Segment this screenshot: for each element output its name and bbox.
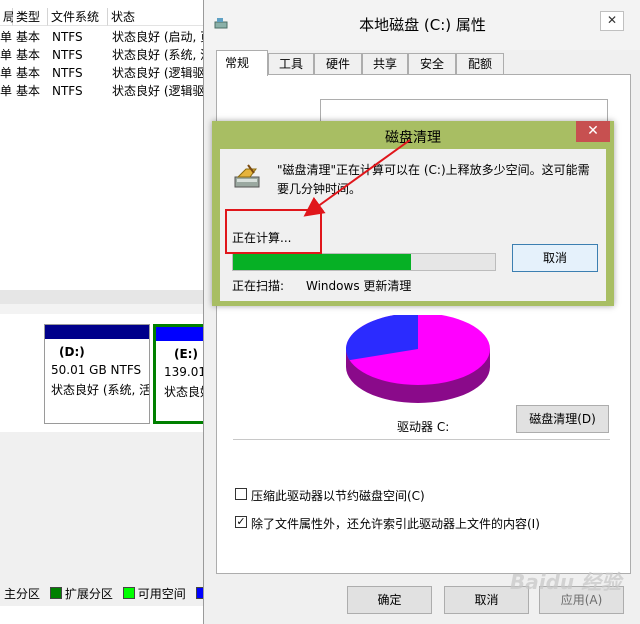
cleanup-close-button[interactable]: ✕ bbox=[576, 121, 610, 142]
table-cell: NTFS bbox=[52, 30, 83, 44]
table-cell: 基本 bbox=[16, 84, 41, 98]
tab-label: 常规 bbox=[225, 56, 250, 70]
close-icon: ✕ bbox=[587, 123, 599, 139]
properties-dialog: 本地磁盘 (C:) 属性 ✕ 常规 工具 硬件 共享 安全 配额 驱动器 C: … bbox=[203, 0, 640, 624]
partition-size: 50.01 GB NTFS bbox=[51, 363, 142, 377]
tab-quota[interactable]: 配额 bbox=[456, 53, 504, 74]
checkbox-label: 压缩此驱动器以节约磁盘空间(C) bbox=[251, 489, 425, 503]
tab-label: 硬件 bbox=[325, 57, 350, 71]
partition-e[interactable]: (E:) 139.01 状态良好 bbox=[153, 324, 205, 424]
column-header-label: 类型 bbox=[16, 10, 41, 24]
compress-checkbox[interactable] bbox=[235, 488, 247, 500]
tab-hardware[interactable]: 硬件 bbox=[314, 53, 362, 74]
close-button[interactable]: ✕ bbox=[600, 11, 624, 31]
legend-label: 主分区 bbox=[4, 587, 41, 601]
empty-pane bbox=[0, 432, 205, 582]
disk-cleanup-icon bbox=[234, 164, 260, 188]
table-cell: NTFS bbox=[52, 66, 83, 80]
properties-title: 本地磁盘 (C:) 属性 bbox=[359, 16, 486, 34]
partition-status: 状态良好 bbox=[164, 385, 205, 399]
tab-tools[interactable]: 工具 bbox=[268, 53, 314, 74]
partition-d[interactable]: (D:) 50.01 GB NTFS 状态良好 (系统, 活 bbox=[44, 324, 150, 424]
horizontal-scrollbar[interactable] bbox=[0, 290, 205, 304]
legend-label: 可用空间 bbox=[137, 587, 186, 601]
usage-pie-chart bbox=[346, 315, 490, 403]
table-cell: 基本 bbox=[16, 66, 41, 80]
legend-swatch bbox=[49, 587, 62, 599]
column-header-label: 状态 bbox=[111, 10, 136, 24]
volume-list: 局 类型 文件系统 状态 单 基本 NTFS 状态良好 (启动, 页 单 基本 … bbox=[0, 0, 205, 290]
tab-label: 配额 bbox=[467, 57, 492, 71]
close-icon: ✕ bbox=[606, 13, 618, 27]
pane-splitter[interactable] bbox=[0, 304, 205, 314]
partition-type-bar bbox=[45, 325, 149, 339]
partition-legend: 主分区 扩展分区 可用空间 bbox=[0, 582, 205, 606]
column-header-type[interactable]: 类型 bbox=[13, 8, 48, 26]
table-row[interactable]: 单 基本 NTFS 状态良好 (系统, 活 bbox=[0, 46, 205, 64]
table-cell: 单 bbox=[0, 48, 12, 62]
button-label: 应用(A) bbox=[560, 593, 603, 607]
legend-swatch bbox=[122, 587, 135, 599]
partition-name: (D:) bbox=[59, 345, 85, 359]
divider bbox=[233, 439, 610, 440]
button-label: 确定 bbox=[377, 593, 402, 607]
table-cell: 状态良好 (启动, 页 bbox=[112, 30, 205, 44]
partition-type-bar bbox=[156, 327, 205, 341]
button-label: 取消 bbox=[474, 593, 499, 607]
column-header-status[interactable]: 状态 bbox=[108, 8, 205, 26]
ok-button[interactable]: 确定 bbox=[347, 586, 432, 614]
table-row[interactable]: 单 基本 NTFS 状态良好 (启动, 页 bbox=[0, 28, 205, 46]
partition-name: (E:) bbox=[174, 347, 198, 361]
table-cell: 基本 bbox=[16, 30, 41, 44]
properties-titlebar[interactable]: 本地磁盘 (C:) 属性 ✕ bbox=[204, 0, 640, 50]
tab-security[interactable]: 安全 bbox=[408, 53, 456, 74]
table-cell: 基本 bbox=[16, 48, 41, 62]
tab-general[interactable]: 常规 bbox=[216, 50, 268, 76]
table-cell: 状态良好 (逻辑驱 bbox=[112, 66, 205, 80]
column-header-label: 文件系统 bbox=[51, 10, 100, 24]
table-cell: NTFS bbox=[52, 48, 83, 62]
progress-fill bbox=[233, 254, 412, 270]
table-cell: 单 bbox=[0, 30, 12, 44]
table-cell: NTFS bbox=[52, 84, 83, 98]
legend-label: 扩展分区 bbox=[64, 587, 113, 601]
cleanup-cancel-button[interactable]: 取消 bbox=[512, 244, 598, 272]
scan-label: 正在扫描: bbox=[232, 279, 285, 293]
tab-label: 共享 bbox=[372, 57, 397, 71]
annotation-highlight-box bbox=[225, 209, 322, 254]
button-label: 磁盘清理(D) bbox=[529, 412, 596, 426]
tab-sharing[interactable]: 共享 bbox=[362, 53, 408, 74]
table-row[interactable]: 单 基本 NTFS 状态良好 (逻辑驱 bbox=[0, 82, 205, 100]
table-cell: 状态良好 (逻辑驱 bbox=[112, 84, 205, 98]
partition-size: 139.01 bbox=[164, 365, 205, 379]
table-cell: 状态良好 (系统, 活 bbox=[112, 48, 205, 62]
button-label: 取消 bbox=[542, 251, 567, 265]
cleanup-title: 磁盘清理 bbox=[385, 130, 441, 146]
column-header-layout[interactable]: 局 bbox=[0, 8, 15, 26]
drive-label: 驱动器 C: bbox=[397, 420, 450, 434]
volume-label-field[interactable] bbox=[320, 99, 608, 123]
table-cell: 单 bbox=[0, 66, 12, 80]
table-row[interactable]: 单 基本 NTFS 状态良好 (逻辑驱 bbox=[0, 64, 205, 82]
column-header-filesystem[interactable]: 文件系统 bbox=[48, 8, 108, 26]
cleanup-message: "磁盘清理"正在计算可以在 (C:)上释放多少空间。这可能需要几分钟时间。 bbox=[277, 163, 590, 196]
partition-status: 状态良好 (系统, 活 bbox=[51, 383, 149, 397]
disk-cleanup-button[interactable]: 磁盘清理(D) bbox=[516, 405, 609, 433]
table-cell: 单 bbox=[0, 84, 12, 98]
cleanup-progress-bar bbox=[232, 253, 496, 271]
tab-label: 安全 bbox=[419, 57, 444, 71]
index-checkbox[interactable]: ✓ bbox=[235, 516, 247, 528]
tab-label: 工具 bbox=[278, 57, 303, 71]
checkbox-label: 除了文件属性外，还允许索引此驱动器上文件的内容(I) bbox=[251, 517, 540, 531]
baidu-watermark: Baidu 经验 bbox=[510, 570, 622, 594]
scan-item: Windows 更新清理 bbox=[306, 279, 412, 293]
